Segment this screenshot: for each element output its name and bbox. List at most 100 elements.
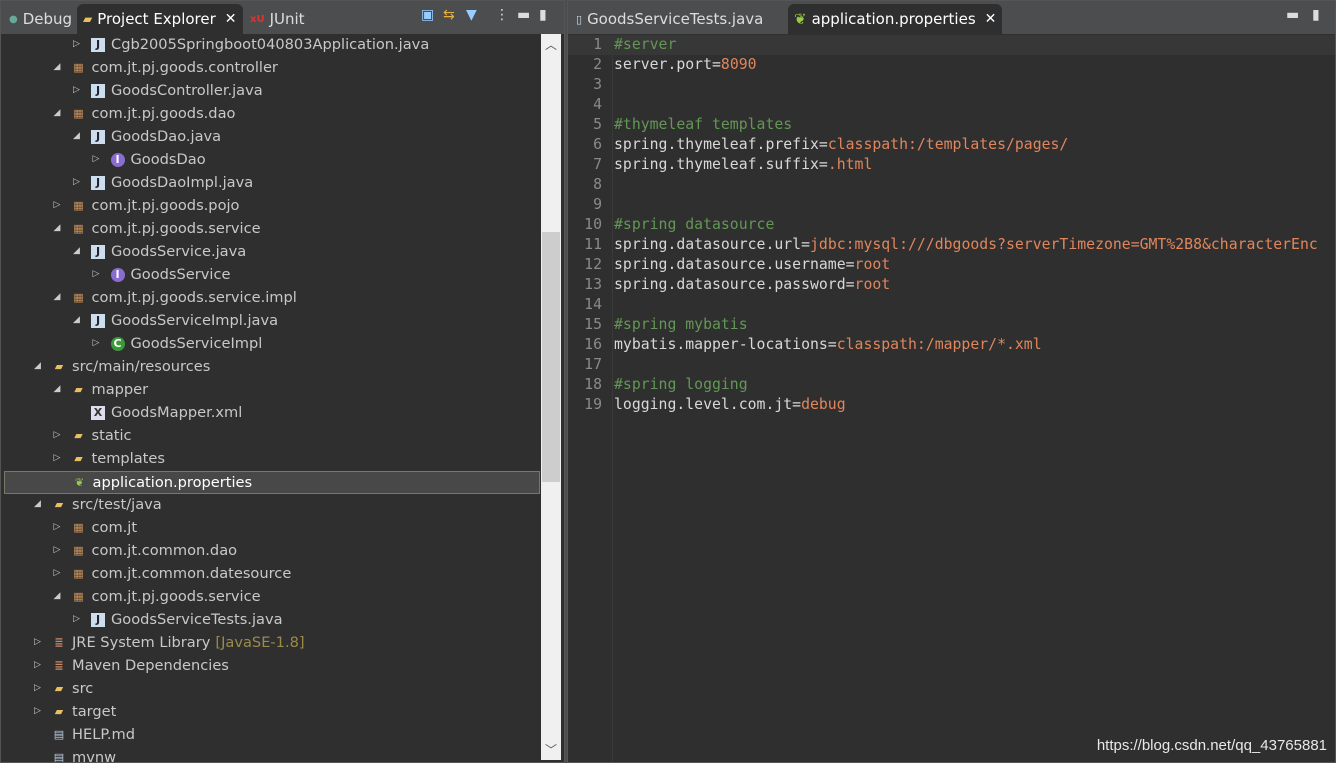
expanded-arrow-icon[interactable]: ◢ [54, 384, 61, 394]
scrollbar-thumb[interactable] [542, 232, 560, 482]
collapsed-arrow-icon[interactable]: ▷ [73, 614, 80, 624]
tree-item[interactable]: ▷ J GoodsDaoImpl.java [1, 172, 540, 195]
collapse-all-icon[interactable]: ▣ [421, 7, 434, 23]
tab-application-properties[interactable]: ❦ application.properties ✕ [788, 4, 1003, 34]
tree-item[interactable]: ◢ J GoodsServiceImpl.java [1, 310, 540, 333]
collapsed-arrow-icon[interactable]: ▷ [73, 177, 80, 187]
tree-item[interactable]: ▷ I GoodsDao [1, 149, 540, 172]
maximize-icon[interactable]: ▮ [1312, 7, 1320, 23]
close-icon[interactable]: ✕ [985, 11, 997, 27]
tree-item-label: com.jt.common.datesource [92, 565, 292, 582]
code-line: 18 #spring logging [568, 375, 1335, 395]
tree-item[interactable]: ▷ ≣ Maven Dependencies [1, 655, 540, 678]
tree-item[interactable]: ▷ J Cgb2005Springboot040803Application.jav… [1, 34, 540, 57]
expanded-arrow-icon[interactable]: ◢ [54, 292, 61, 302]
tab-debug[interactable]: ● Debug [3, 4, 78, 34]
filter-icon[interactable]: ▼ [466, 7, 477, 23]
tree-item[interactable]: ◢ ▰ mapper [1, 379, 540, 402]
tree-item[interactable]: ▷ ▦ com.jt [1, 517, 540, 540]
collapsed-arrow-icon[interactable]: ▷ [34, 637, 41, 647]
expanded-arrow-icon[interactable]: ◢ [73, 315, 80, 325]
xml-file-icon: X [91, 406, 105, 420]
expanded-arrow-icon[interactable]: ◢ [34, 361, 41, 371]
tree-item[interactable]: ▷ ▦ com.jt.common.datesource [1, 563, 540, 586]
tab-junit[interactable]: xU JUnit [244, 4, 311, 34]
tree-item[interactable]: ▷ C GoodsServiceImpl [1, 333, 540, 356]
collapsed-arrow-icon[interactable]: ▷ [54, 453, 61, 463]
collapsed-arrow-icon[interactable]: ▷ [34, 706, 41, 716]
minimize-icon[interactable]: ▬ [517, 7, 530, 23]
tree-item[interactable]: ▤ HELP.md [1, 724, 540, 747]
collapsed-arrow-icon[interactable]: ▷ [54, 568, 61, 578]
label-text: com.jt.pj.goods.service.impl [91, 289, 297, 306]
tree-item-label: com.jt.pj.goods.controller [92, 59, 278, 76]
expanded-arrow-icon[interactable]: ◢ [54, 591, 61, 601]
collapsed-arrow-icon[interactable]: ▷ [54, 522, 61, 532]
comment-text: #spring datasource [614, 216, 775, 233]
expanded-arrow-icon[interactable]: ◢ [73, 131, 80, 141]
tree-item[interactable]: ◢ J GoodsDao.java [1, 126, 540, 149]
collapsed-arrow-icon[interactable]: ▷ [34, 660, 41, 670]
tree-item[interactable]: ▷ ▰ src [1, 678, 540, 701]
label-text: com.jt [91, 519, 138, 536]
collapsed-arrow-icon[interactable]: ▷ [34, 683, 41, 693]
tree-item[interactable]: ❦ application.properties [4, 471, 540, 494]
view-menu-icon[interactable]: ⋮ [495, 7, 509, 23]
tree-item[interactable]: ▷ ≣ JRE System Library [JavaSE-1.8] [1, 632, 540, 655]
package-icon: ▦ [73, 544, 84, 557]
spring-leaf-icon: ❦ [794, 10, 807, 28]
maximize-icon[interactable]: ▮ [539, 7, 547, 23]
code-line: 2 server.port=8090 [568, 55, 1335, 75]
collapsed-arrow-icon[interactable]: ▷ [93, 269, 100, 279]
tree-item-label: GoodsDaoImpl.java [111, 174, 253, 191]
collapsed-arrow-icon[interactable]: ▷ [54, 430, 61, 440]
scroll-down-icon[interactable]: ﹀ [541, 741, 561, 758]
property-key: logging.level.com.jt= [614, 396, 802, 413]
tree-item[interactable]: ▷ ▰ static [1, 425, 540, 448]
tree-item[interactable]: ◢ ▰ src/test/java [1, 494, 540, 517]
collapsed-arrow-icon[interactable]: ▷ [93, 338, 100, 348]
tab-goods-service-tests[interactable]: ▯ GoodsServiceTests.java [570, 4, 769, 34]
code-line: 17 [568, 355, 1335, 375]
expanded-arrow-icon[interactable]: ◢ [54, 108, 61, 118]
tree-item[interactable]: ▷ I GoodsService [1, 264, 540, 287]
vertical-scrollbar[interactable]: ︿ ﹀ [541, 34, 561, 760]
label-text: GoodsServiceTests.java [111, 611, 283, 628]
tree-item[interactable]: ◢ ▰ src/main/resources [1, 356, 540, 379]
expanded-arrow-icon[interactable]: ◢ [54, 62, 61, 72]
scroll-up-icon[interactable]: ︿ [541, 36, 561, 53]
expanded-arrow-icon[interactable]: ◢ [73, 246, 80, 256]
tree-item[interactable]: ▤ mvnw [1, 747, 540, 762]
tree-item[interactable]: ◢ ▦ com.jt.pj.goods.dao [1, 103, 540, 126]
link-editor-icon[interactable]: ⇆ [443, 7, 455, 23]
tree-item[interactable]: ◢ ▦ com.jt.pj.goods.controller [1, 57, 540, 80]
tree-item[interactable]: ▷ J GoodsController.java [1, 80, 540, 103]
java-file-icon: J [91, 314, 105, 328]
tree-item[interactable]: ▷ ▦ com.jt.common.dao [1, 540, 540, 563]
properties-editor[interactable]: 1 #server 2 server.port=8090 3 4 5 #thymeleaf t… [568, 34, 1335, 762]
code-line: 9 [568, 195, 1335, 215]
label-text: com.jt.pj.goods.dao [91, 105, 236, 122]
close-icon[interactable]: ✕ [225, 11, 237, 27]
tree-item[interactable]: ▷ ▰ templates [1, 448, 540, 471]
tree-item[interactable]: ◢ ▦ com.jt.pj.goods.service.impl [1, 287, 540, 310]
tree-item[interactable]: ▷ J GoodsServiceTests.java [1, 609, 540, 632]
minimize-icon[interactable]: ▬ [1286, 7, 1299, 23]
tree-item[interactable]: ▷ ▰ target [1, 701, 540, 724]
collapsed-arrow-icon[interactable]: ▷ [73, 39, 80, 49]
tree-item[interactable]: X GoodsMapper.xml [1, 402, 540, 425]
collapsed-arrow-icon[interactable]: ▷ [54, 200, 61, 210]
line-number: 19 [584, 396, 602, 413]
tab-project-explorer[interactable]: ▰ Project Explorer ✕ [77, 4, 243, 34]
collapsed-arrow-icon[interactable]: ▷ [93, 154, 100, 164]
collapsed-arrow-icon[interactable]: ▷ [73, 85, 80, 95]
tree-item[interactable]: ◢ ▦ com.jt.pj.goods.service [1, 218, 540, 241]
tree-item[interactable]: ▷ ▦ com.jt.pj.goods.pojo [1, 195, 540, 218]
project-tree: ▷ J Cgb2005Springboot040803Application.jav… [1, 34, 540, 762]
tree-item[interactable]: ◢ J GoodsService.java [1, 241, 540, 264]
collapsed-arrow-icon[interactable]: ▷ [54, 545, 61, 555]
tree-item[interactable]: ◢ ▦ com.jt.pj.goods.service [1, 586, 540, 609]
tree-item-label: com.jt.pj.goods.service [92, 220, 261, 237]
expanded-arrow-icon[interactable]: ◢ [54, 223, 61, 233]
expanded-arrow-icon[interactable]: ◢ [34, 499, 41, 509]
